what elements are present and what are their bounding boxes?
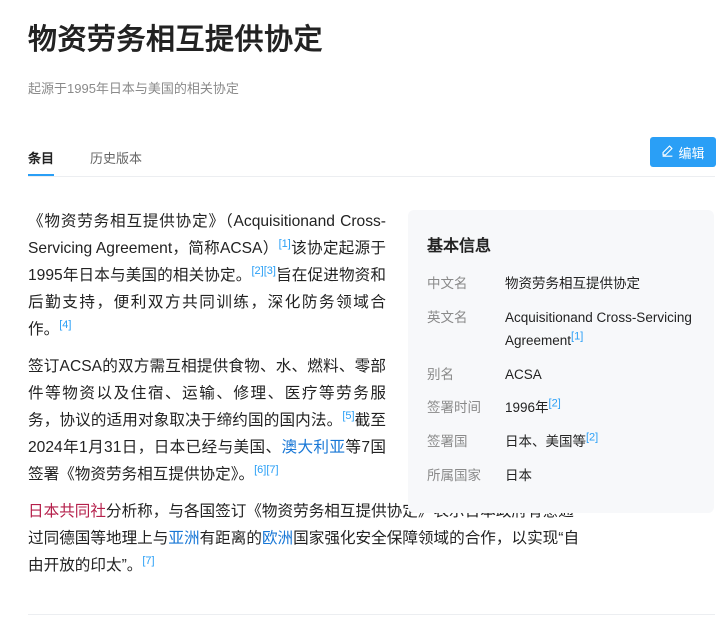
infobox-value-text: Acquisitionand Cross-Servicing Agreement [505,310,692,348]
link-europe[interactable]: 欧洲 [262,530,293,547]
citation-ref[interactable]: [1] [279,238,291,250]
infobox-value: ACSA [505,363,695,386]
link-asia[interactable]: 亚洲 [168,530,199,547]
citation-ref[interactable]: [5] [342,410,354,422]
infobox-row-signatories: 签署国 日本、美国等[2] [427,430,695,453]
infobox-key: 所属国家 [427,468,481,483]
infobox-value: 物资劳务相互提供协定 [505,272,695,295]
infobox-value: Acquisitionand Cross-Servicing Agreement… [505,306,695,352]
infobox-row-signing-time: 签署时间 1996年[2] [427,396,695,419]
infobox-key: 英文名 [427,310,468,325]
page-subtitle: 起源于1995年日本与美国的相关协定 [28,81,239,96]
infobox-row-chinese-name: 中文名 物资劳务相互提供协定 [427,272,695,295]
link-kyodo-news[interactable]: 日本共同社 [28,503,106,520]
tab-bar: 条目 历史版本 [28,148,142,176]
article-body: 《物资劳务相互提供协定》（Acquisitionand Cross-Servic… [28,208,579,589]
infobox-row-country: 所属国家 日本 [427,464,695,487]
edit-button-label: 编辑 [678,145,705,161]
paragraph-text: 有距离的 [199,530,262,547]
infobox-key: 中文名 [427,276,468,291]
paragraph-2: 签订ACSA的双方需互相提供食物、水、燃料、零部件等物资以及住宿、运输、修理、医… [28,353,386,488]
infobox-value: 1996年[2] [505,396,695,419]
infobox-value: 日本、美国等[2] [505,430,695,453]
infobox-row-alias: 别名 ACSA [427,363,695,386]
citation-ref[interactable]: [7] [266,464,278,476]
infobox-key: 签署国 [427,434,468,449]
infobox-key: 签署时间 [427,400,481,415]
infobox-title: 基本信息 [427,236,492,255]
tab-entry[interactable]: 条目 [28,148,55,176]
infobox-value-text: 日本、美国等 [505,434,586,449]
citation-ref[interactable]: [3] [264,265,276,277]
section-divider [28,614,715,615]
infobox-value-text: 1996年 [505,400,549,415]
infobox-row-english-name: 英文名 Acquisitionand Cross-Servicing Agree… [427,306,695,352]
citation-ref[interactable]: [7] [142,555,154,567]
citation-ref[interactable]: [4] [59,319,71,331]
page-title: 物资劳务相互提供协定 [28,22,324,56]
paragraph-text: 签订ACSA的双方需互相提供食物、水、燃料、零部件等物资以及住宿、运输、修理、医… [28,358,386,429]
tabs-divider [28,176,715,177]
infobox-value-text: 物资劳务相互提供协定 [505,276,640,291]
infobox-value-text: ACSA [505,367,542,382]
paragraph-1: 《物资劳务相互提供协定》（Acquisitionand Cross-Servic… [28,208,386,343]
edit-button[interactable]: 编辑 [650,137,716,167]
citation-ref[interactable]: [2] [586,432,598,444]
citation-ref[interactable]: [1] [571,331,583,343]
infobox-value-text: 日本 [505,468,532,483]
infobox-value: 日本 [505,464,695,487]
pencil-icon [661,144,674,160]
infobox-key: 别名 [427,367,454,382]
citation-ref[interactable]: [2] [251,265,263,277]
citation-ref[interactable]: [2] [549,398,561,410]
tab-history[interactable]: 历史版本 [90,148,142,176]
citation-ref[interactable]: [6] [254,464,266,476]
link-australia[interactable]: 澳大利亚 [281,439,345,456]
infobox: 基本信息 中文名 物资劳务相互提供协定 英文名 Acquisitionand C… [408,210,714,513]
